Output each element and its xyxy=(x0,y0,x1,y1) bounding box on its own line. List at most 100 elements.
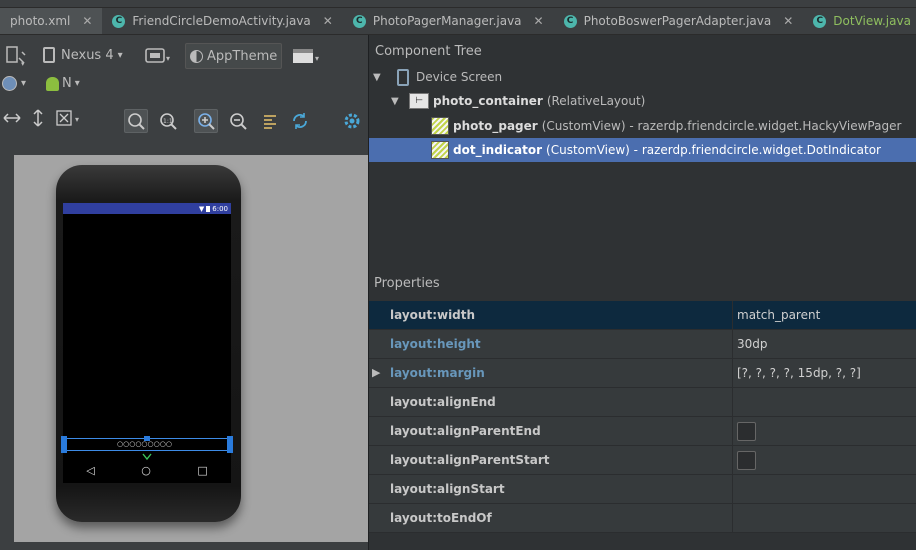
property-name: layout:margin xyxy=(390,366,485,380)
tree-item-device-screen[interactable]: ▼ Device Screen xyxy=(369,65,916,89)
zoom-out-icon[interactable] xyxy=(226,109,250,133)
close-icon[interactable]: ✕ xyxy=(534,14,544,28)
tree-item-type: (CustomView) - razerdp.friendcircle.widg… xyxy=(541,119,902,133)
property-row[interactable]: ▶ layout:margin [?, ?, ?, ?, 15dp, ?, ?] xyxy=(369,358,916,388)
resize-handle-left[interactable] xyxy=(61,436,67,453)
device-icon xyxy=(43,47,55,63)
property-row[interactable]: layout:toEndOf xyxy=(369,503,916,533)
activity-icon[interactable]: ▾ xyxy=(290,44,324,68)
theme-selector[interactable]: AppTheme xyxy=(185,43,283,69)
tab-label: photo.xml xyxy=(10,14,71,28)
tab-label: DotView.java xyxy=(833,14,911,28)
locale-selector[interactable]: ▾ xyxy=(2,76,26,91)
design-surface-icon[interactable]: ▾ xyxy=(2,44,32,68)
tree-item-label: Device Screen xyxy=(416,70,503,84)
relativelayout-icon: ⊢ xyxy=(409,93,429,109)
property-row[interactable]: layout:height 30dp xyxy=(369,329,916,359)
chevron-down-icon: ▾ xyxy=(74,78,80,89)
svg-text:▾: ▾ xyxy=(75,115,79,124)
anchor-arrow-icon xyxy=(142,450,152,461)
refresh-icon[interactable] xyxy=(288,109,312,133)
property-value[interactable] xyxy=(732,503,916,533)
class-icon: C xyxy=(563,14,577,28)
expand-arrow-icon[interactable]: ▼ xyxy=(391,96,403,107)
nav-bar: ◁ ○ □ xyxy=(63,458,231,482)
property-value[interactable] xyxy=(732,445,916,475)
zoom-in-icon[interactable] xyxy=(194,109,218,133)
property-name: layout:alignParentEnd xyxy=(390,424,541,438)
zoom-to-fit-icon[interactable] xyxy=(124,109,148,133)
properties-table: layout:width match_parent layout:height … xyxy=(369,300,916,550)
tab-label: PhotoPagerManager.java xyxy=(372,14,522,28)
svg-text:1:1: 1:1 xyxy=(163,118,173,125)
property-name: layout:height xyxy=(390,337,481,351)
android-icon xyxy=(46,76,59,91)
class-icon: C xyxy=(813,14,827,28)
close-icon[interactable]: ✕ xyxy=(783,14,793,28)
custom-view-icon xyxy=(431,117,449,135)
property-name: layout:alignEnd xyxy=(390,395,496,409)
property-value[interactable] xyxy=(732,416,916,446)
property-row[interactable]: layout:alignParentEnd xyxy=(369,416,916,446)
wifi-icon: ▼ xyxy=(198,204,205,213)
tree-item-type: (RelativeLayout) xyxy=(546,94,646,108)
svg-text:▾: ▾ xyxy=(166,54,170,63)
tree-item-type: (CustomView) - razerdp.friendcircle.widg… xyxy=(546,143,881,157)
property-row[interactable]: layout:alignStart xyxy=(369,474,916,504)
tree-item-name: dot_indicator xyxy=(453,143,543,157)
tab-photo-xml[interactable]: photo.xml ✕ xyxy=(0,8,103,34)
status-bar: ▼ 6:00 xyxy=(63,203,231,214)
svg-text:▾: ▾ xyxy=(21,60,25,66)
tree-item-name: photo_container xyxy=(433,94,543,108)
gear-icon[interactable] xyxy=(340,109,364,133)
tree-item-name: photo_pager xyxy=(453,119,538,133)
properties-title: Properties xyxy=(374,276,440,291)
api-selector[interactable]: N ▾ xyxy=(46,76,80,91)
resize-mode-icon[interactable]: ▾ xyxy=(54,106,86,130)
expand-arrow-icon[interactable]: ▶ xyxy=(372,366,380,379)
component-tree-title: Component Tree xyxy=(375,44,482,59)
toggle-outline-icon[interactable] xyxy=(258,109,282,133)
back-icon: ◁ xyxy=(86,463,95,477)
property-name-container: ▶ layout:margin xyxy=(369,366,732,380)
resize-handle-right[interactable] xyxy=(227,436,233,453)
tree-item-photo-pager[interactable]: photo_pager (CustomView) - razerdp.frien… xyxy=(369,114,916,138)
custom-view-icon xyxy=(431,141,449,159)
resize-vertical-icon[interactable] xyxy=(26,106,50,130)
tab-photoboswerpageradapter[interactable]: C PhotoBoswerPagerAdapter.java ✕ xyxy=(554,8,804,34)
property-row[interactable]: layout:alignEnd xyxy=(369,387,916,417)
tree-item-photo-container[interactable]: ▼ ⊢ photo_container (RelativeLayout) xyxy=(369,89,916,113)
checkbox[interactable] xyxy=(737,450,756,470)
checkbox[interactable] xyxy=(737,421,756,441)
orientation-icon[interactable]: ▾ xyxy=(142,44,176,68)
close-icon[interactable]: ✕ xyxy=(323,14,333,28)
chevron-down-icon: ▾ xyxy=(117,49,123,61)
tab-label: PhotoBoswerPagerAdapter.java xyxy=(583,14,772,28)
property-value[interactable]: match_parent xyxy=(732,300,916,330)
zoom-actual-icon[interactable]: 1:1 xyxy=(156,109,180,133)
tree-item-dot-indicator[interactable]: dot_indicator (CustomView) - razerdp.fri… xyxy=(369,138,916,162)
device-selector[interactable]: Nexus 4 ▾ xyxy=(43,47,123,63)
property-value[interactable]: [?, ?, ?, ?, 15dp, ?, ?] xyxy=(732,358,916,388)
tab-label: FriendCircleDemoActivity.java xyxy=(132,14,311,28)
close-icon[interactable]: ✕ xyxy=(82,14,92,28)
theme-icon xyxy=(190,49,203,63)
dot-indicator-preview: ○○○○○○○○○ xyxy=(117,440,172,448)
property-value[interactable]: 30dp xyxy=(732,329,916,359)
tab-friendcircledemoactivity[interactable]: C FriendCircleDemoActivity.java ✕ xyxy=(102,8,342,34)
tab-dotview[interactable]: C DotView.java ✕ xyxy=(803,8,916,34)
api-label: N xyxy=(62,76,72,91)
property-row[interactable]: layout:alignParentStart xyxy=(369,445,916,475)
chevron-down-icon: ▾ xyxy=(21,78,27,89)
property-value[interactable] xyxy=(732,387,916,417)
class-icon: C xyxy=(112,14,126,28)
home-icon: ○ xyxy=(141,463,151,477)
expand-arrow-icon[interactable]: ▼ xyxy=(373,72,385,83)
svg-text:▾: ▾ xyxy=(315,54,319,63)
resize-horizontal-icon[interactable] xyxy=(0,106,24,130)
property-row[interactable]: layout:width match_parent xyxy=(369,300,916,330)
device-icon xyxy=(397,68,409,86)
property-value[interactable] xyxy=(732,474,916,504)
tab-photopagermanager[interactable]: C PhotoPagerManager.java ✕ xyxy=(343,8,554,34)
status-time: 6:00 xyxy=(212,204,228,213)
